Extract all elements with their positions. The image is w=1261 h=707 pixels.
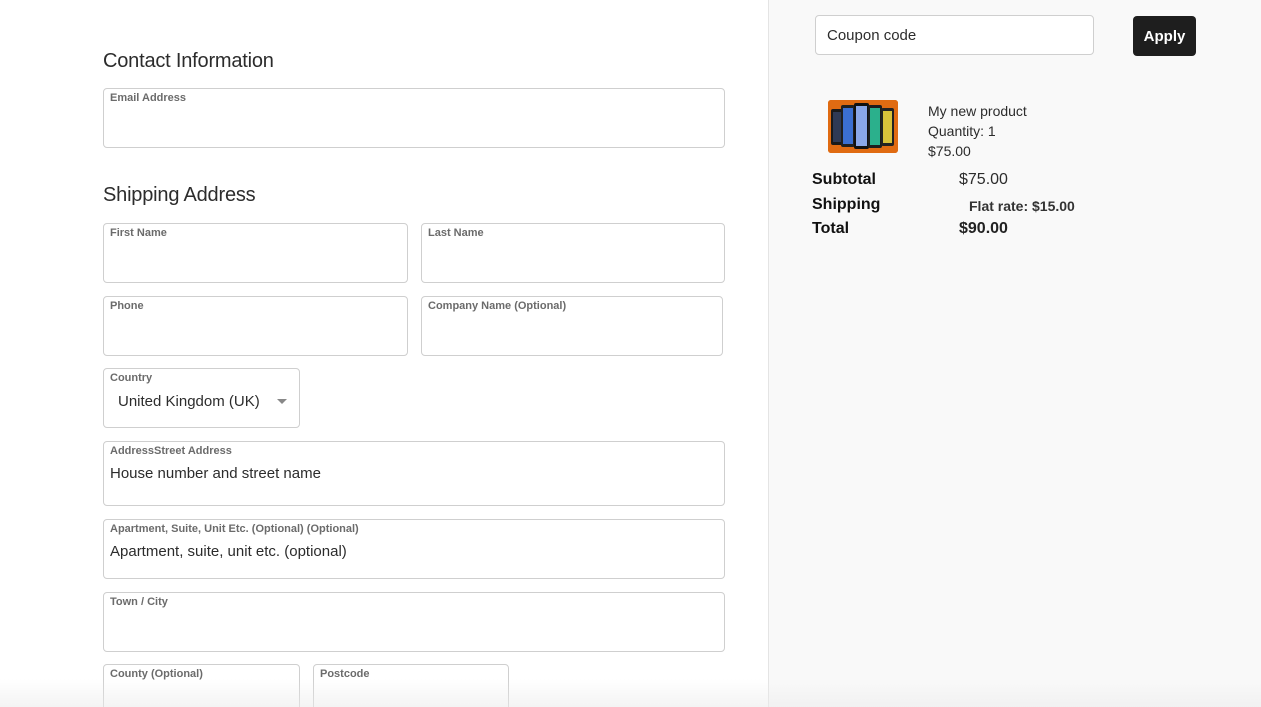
country-select[interactable]: Country United Kingdom (UK) — [103, 368, 300, 428]
town-city-field[interactable]: Town / City — [103, 592, 725, 652]
shipping-value: Flat rate: $15.00 — [969, 198, 1075, 214]
county-field[interactable]: County (Optional) — [103, 664, 300, 707]
first-name-label: First Name — [110, 227, 167, 239]
phone-label: Phone — [110, 300, 144, 312]
phones-image — [828, 100, 898, 153]
county-input[interactable] — [110, 687, 293, 704]
product-name: My new product — [928, 103, 1027, 119]
email-input[interactable] — [110, 111, 718, 128]
company-name-label: Company Name (Optional) — [428, 300, 567, 312]
apartment-label: Apartment, Suite, Unit Etc. (Optional) (… — [110, 523, 359, 535]
company-name-input[interactable] — [428, 319, 716, 336]
apartment-field[interactable]: Apartment, Suite, Unit Etc. (Optional) (… — [103, 519, 725, 579]
town-city-input[interactable] — [110, 615, 718, 632]
company-name-field[interactable]: Company Name (Optional) — [421, 296, 723, 356]
subtotal-label: Subtotal — [812, 171, 876, 188]
street-address-field[interactable]: AddressStreet Address — [103, 441, 725, 506]
apply-coupon-button[interactable]: Apply — [1133, 16, 1196, 56]
coupon-field[interactable] — [815, 15, 1094, 55]
last-name-field[interactable]: Last Name — [421, 223, 725, 283]
product-price: $75.00 — [928, 143, 971, 159]
checkout-form-panel: Contact Information Email Address Shippi… — [0, 0, 768, 707]
phone-field[interactable]: Phone — [103, 296, 408, 356]
shipping-address-title: Shipping Address — [103, 184, 256, 206]
product-quantity: Quantity: 1 — [928, 123, 996, 139]
last-name-input[interactable] — [428, 246, 718, 263]
first-name-field[interactable]: First Name — [103, 223, 408, 283]
postcode-input[interactable] — [320, 687, 502, 704]
town-city-label: Town / City — [110, 596, 168, 608]
coupon-input[interactable] — [827, 27, 1085, 44]
county-label: County (Optional) — [110, 668, 203, 680]
email-label: Email Address — [110, 92, 187, 104]
first-name-input[interactable] — [110, 246, 401, 263]
total-label: Total — [812, 220, 850, 237]
phones-image-art — [828, 100, 898, 153]
apartment-input[interactable] — [110, 543, 718, 560]
country-label: Country — [110, 372, 153, 384]
email-field[interactable]: Email Address — [103, 88, 725, 148]
street-address-label: AddressStreet Address — [110, 445, 232, 457]
subtotal-value: $75.00 — [959, 171, 1008, 188]
phone-input[interactable] — [110, 319, 401, 336]
chevron-down-icon — [277, 399, 287, 404]
contact-information-title: Contact Information — [103, 50, 274, 72]
postcode-field[interactable]: Postcode — [313, 664, 509, 707]
street-address-input[interactable] — [110, 465, 718, 482]
country-selected-value: United Kingdom (UK) — [118, 393, 260, 410]
shipping-label: Shipping — [812, 196, 881, 213]
total-value: $90.00 — [959, 220, 1008, 237]
last-name-label: Last Name — [428, 227, 484, 239]
postcode-label: Postcode — [320, 668, 370, 680]
